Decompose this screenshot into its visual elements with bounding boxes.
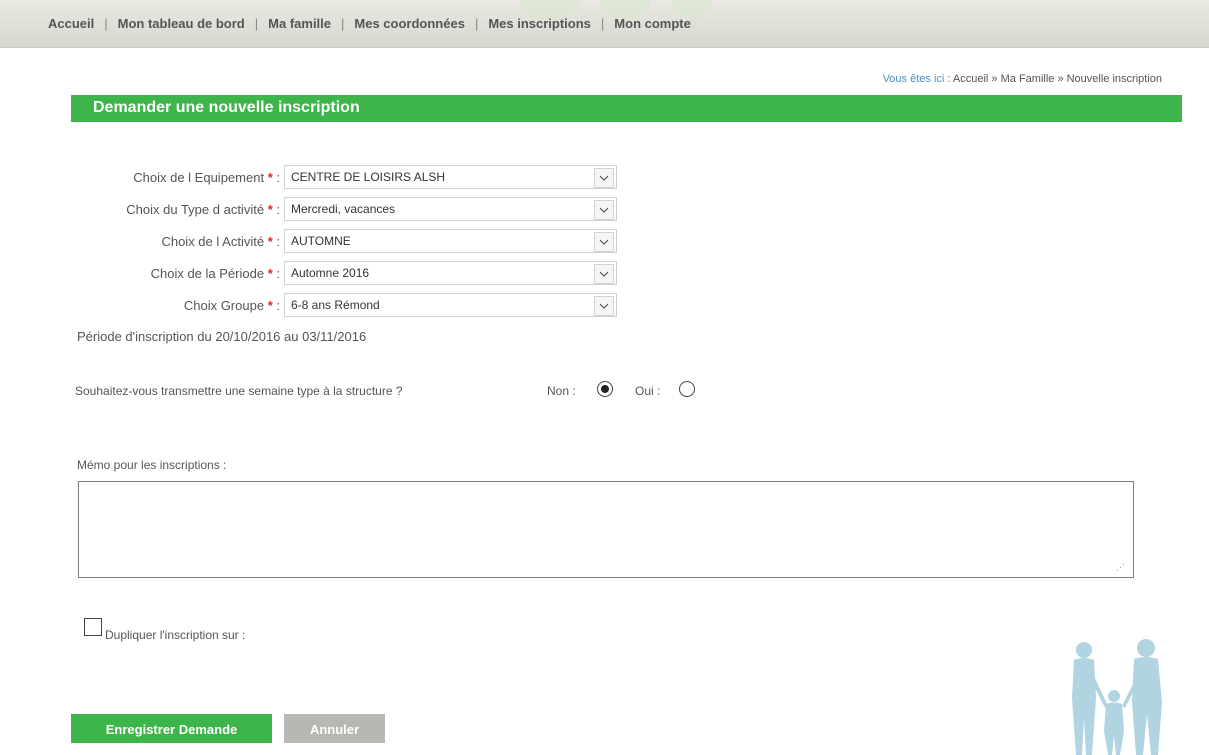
select-value: Automne 2016: [291, 266, 370, 280]
save-request-button[interactable]: Enregistrer Demande: [71, 714, 272, 743]
nav-item-compte[interactable]: Mon compte: [614, 16, 691, 31]
nav-item-coordonnees[interactable]: Mes coordonnées: [354, 16, 465, 31]
top-navigation: Accueil | Mon tableau de bord | Ma famille | M…: [0, 0, 1209, 48]
field-label: Choix Groupe * :: [183, 298, 280, 313]
nav-item-ma-famille[interactable]: Ma famille: [268, 16, 331, 31]
section-title-bar: Demander une nouvelle inscription: [71, 95, 1182, 122]
duplicate-checkbox[interactable]: [84, 618, 102, 636]
cancel-button[interactable]: Annuler: [284, 714, 385, 743]
resize-grip-icon[interactable]: ⋰: [1116, 562, 1125, 573]
radio-non[interactable]: [597, 381, 613, 397]
nav-items: Accueil | Mon tableau de bord | Ma famille | M…: [48, 16, 691, 31]
select-value: Mercredi, vacances: [291, 202, 396, 216]
groupe-select[interactable]: 6-8 ans Rémond: [284, 293, 617, 317]
periode-select[interactable]: Automne 2016: [284, 261, 617, 285]
field-label: Choix du Type d activité * :: [126, 202, 280, 217]
field-row-groupe: Choix Groupe * :: [22, 293, 280, 317]
period-info: Période d'inscription du 20/10/2016 au 0…: [77, 329, 367, 344]
memo-label: Mémo pour les inscriptions :: [77, 458, 227, 472]
nav-item-accueil[interactable]: Accueil: [48, 16, 94, 31]
field-row-equipement: Choix de l Equipement * :: [22, 165, 280, 189]
radio-label-non: Non :: [547, 384, 576, 398]
field-row-activite: Choix de l Activité * :: [22, 229, 280, 253]
field-label: Choix de l Equipement * :: [133, 170, 280, 185]
page-content: Vous êtes ici : Accueil » Ma Famille » N…: [22, 48, 1200, 755]
chevron-down-icon[interactable]: [594, 168, 614, 188]
family-illustration-icon: [1072, 639, 1162, 755]
radio-oui[interactable]: [679, 381, 695, 397]
breadcrumb: Vous êtes ici : Accueil » Ma Famille » N…: [883, 73, 1162, 85]
nav-item-tableau-de-bord[interactable]: Mon tableau de bord: [118, 16, 245, 31]
select-value: 6-8 ans Rémond: [291, 298, 380, 312]
chevron-down-icon[interactable]: [594, 296, 614, 316]
equipement-select[interactable]: CENTRE DE LOISIRS ALSH: [284, 165, 617, 189]
field-row-type-activite: Choix du Type d activité * :: [22, 197, 280, 221]
duplicate-label: Dupliquer l'inscription sur :: [105, 628, 246, 642]
field-label: Choix de l Activité * :: [161, 234, 280, 249]
chevron-down-icon[interactable]: [594, 200, 614, 220]
chevron-down-icon[interactable]: [594, 264, 614, 284]
field-label: Choix de la Période * :: [150, 266, 280, 281]
field-row-periode: Choix de la Période * :: [22, 261, 280, 285]
week-type-question: Souhaitez-vous transmettre une semaine t…: [75, 384, 403, 398]
page-title: Demander une nouvelle inscription: [93, 99, 360, 116]
type-activite-select[interactable]: Mercredi, vacances: [284, 197, 617, 221]
activite-select[interactable]: AUTOMNE: [284, 229, 617, 253]
select-value: CENTRE DE LOISIRS ALSH: [291, 170, 446, 184]
chevron-down-icon[interactable]: [594, 232, 614, 252]
radio-label-oui: Oui :: [635, 384, 661, 398]
nav-item-inscriptions[interactable]: Mes inscriptions: [488, 16, 591, 31]
breadcrumb-path: : Accueil » Ma Famille » Nouvelle inscri…: [947, 73, 1162, 85]
breadcrumb-lead[interactable]: Vous êtes ici: [883, 73, 945, 85]
select-value: AUTOMNE: [291, 234, 351, 248]
memo-textarea[interactable]: [78, 481, 1134, 578]
